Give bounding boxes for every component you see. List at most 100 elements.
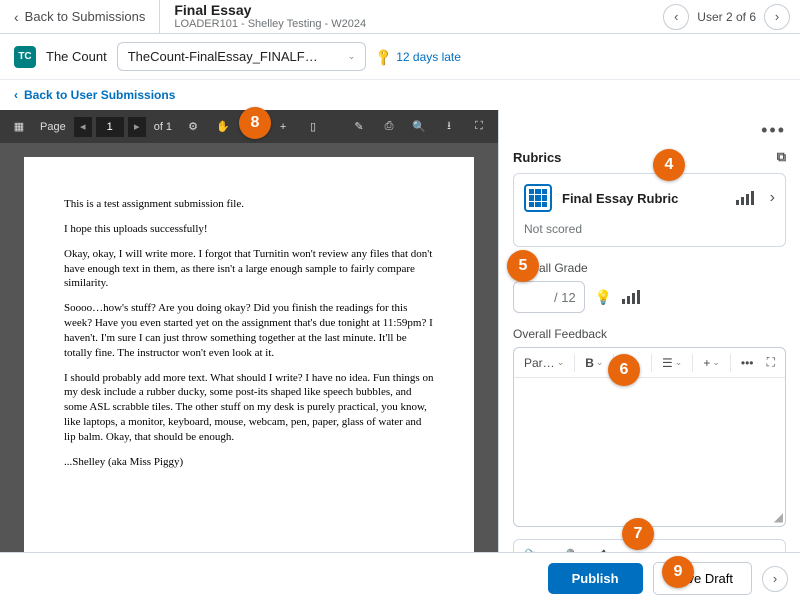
hand-icon: ✋ bbox=[216, 120, 230, 133]
bold-icon: B bbox=[585, 356, 594, 370]
page-number-input[interactable] bbox=[96, 117, 124, 137]
chevron-down-icon: ⌄ bbox=[557, 357, 565, 368]
zoom-in-button[interactable]: + bbox=[270, 114, 296, 140]
list-button[interactable]: ☰⌄ bbox=[658, 353, 686, 373]
user-counter: User 2 of 6 bbox=[697, 10, 756, 24]
rubric-card: Final Essay Rubric › Not scored bbox=[513, 173, 786, 247]
rubric-icon bbox=[524, 184, 552, 212]
rubric-status: Not scored bbox=[524, 222, 775, 236]
grade-max: / 12 bbox=[554, 290, 576, 305]
rubrics-heading: Rubrics bbox=[513, 150, 561, 165]
thumbnails-button[interactable]: ▦ bbox=[6, 114, 32, 140]
document-viewport[interactable]: This is a test assignment submission fil… bbox=[0, 143, 498, 576]
grid-icon: ▦ bbox=[14, 120, 24, 133]
feedback-textarea[interactable]: ◢ bbox=[514, 378, 785, 526]
paragraph-format-dropdown[interactable]: Par…⌄ bbox=[520, 353, 568, 373]
key-icon: 🔑 bbox=[374, 46, 394, 66]
chevron-down-icon: ⌄ bbox=[675, 357, 683, 368]
file-dropdown[interactable]: TheCount-FinalEssay_FINALF… ⌄ bbox=[117, 42, 367, 71]
gear-icon: ⚙ bbox=[188, 120, 198, 133]
next-user-button[interactable]: › bbox=[764, 4, 790, 30]
more-tools-button[interactable]: ••• bbox=[737, 353, 758, 373]
plus-icon: + bbox=[703, 356, 710, 370]
callout-9: 9 bbox=[662, 556, 694, 588]
print-icon: ⎙ bbox=[385, 120, 394, 133]
chevron-left-icon: ‹ bbox=[14, 9, 19, 25]
document-page: This is a test assignment submission fil… bbox=[24, 157, 474, 557]
fullscreen-button[interactable]: ⛶ bbox=[466, 114, 492, 140]
callout-7: 7 bbox=[622, 518, 654, 550]
chevron-left-icon: ‹ bbox=[674, 9, 678, 24]
doc-paragraph: Soooo…how's stuff? Are you doing okay? D… bbox=[64, 301, 434, 360]
avatar: TC bbox=[14, 46, 36, 68]
pen-icon: ✎ bbox=[354, 120, 363, 133]
doc-paragraph: This is a test assignment submission fil… bbox=[64, 197, 434, 212]
page-label: Page bbox=[40, 121, 66, 133]
feedback-editor: Par…⌄ B⌄ ≡⌄ ☰⌄ +⌄ ••• ⛶ ◢ bbox=[513, 347, 786, 527]
print-button[interactable]: ⎙ bbox=[376, 114, 402, 140]
back-user-label: Back to User Submissions bbox=[24, 88, 175, 102]
late-text: 12 days late bbox=[396, 50, 461, 64]
back-to-submissions-link[interactable]: ‹ Back to Submissions bbox=[14, 9, 145, 25]
fit-page-button[interactable]: ▯ bbox=[300, 114, 326, 140]
doc-paragraph: I hope this uploads successfully! bbox=[64, 222, 434, 237]
hint-icon[interactable]: 💡 bbox=[595, 289, 612, 306]
chevron-right-icon: › bbox=[775, 9, 779, 24]
doc-paragraph: I should probably add more text. What sh… bbox=[64, 371, 434, 445]
grade-stats-icon[interactable] bbox=[622, 290, 640, 304]
settings-button[interactable]: ⚙ bbox=[180, 114, 206, 140]
grade-input[interactable] bbox=[522, 290, 550, 305]
grade-input-wrapper: / 12 bbox=[513, 281, 585, 313]
caret-right-icon: ▸ bbox=[134, 120, 140, 133]
dots-icon: ••• bbox=[741, 356, 754, 370]
fullscreen-icon: ⛶ bbox=[475, 120, 483, 133]
callout-5: 5 bbox=[507, 250, 539, 282]
callout-8: 8 bbox=[239, 107, 271, 139]
annotate-button[interactable]: ✎ bbox=[346, 114, 372, 140]
file-name-label: TheCount-FinalEssay_FINALF… bbox=[128, 49, 318, 64]
download-button[interactable]: ⭳ bbox=[436, 114, 462, 140]
list-icon: ☰ bbox=[662, 356, 673, 370]
insert-button[interactable]: +⌄ bbox=[699, 353, 724, 373]
overall-grade-heading: Overall Grade bbox=[513, 261, 786, 275]
pan-button[interactable]: ✋ bbox=[210, 114, 236, 140]
callout-6: 6 bbox=[608, 354, 640, 386]
prev-user-button[interactable]: ‹ bbox=[663, 4, 689, 30]
editor-fullscreen-button[interactable]: ⛶ bbox=[763, 352, 779, 373]
chevron-down-icon: ⌄ bbox=[348, 51, 356, 62]
search-button[interactable]: 🔍 bbox=[406, 114, 432, 140]
more-actions-button[interactable]: ••• bbox=[513, 118, 786, 143]
doc-paragraph: ...Shelley (aka Miss Piggy) bbox=[64, 455, 434, 470]
page-total: of 1 bbox=[154, 121, 172, 133]
late-badge: 🔑 12 days late bbox=[376, 50, 461, 64]
assignment-title: Final Essay bbox=[174, 2, 366, 19]
download-icon: ⭳ bbox=[447, 117, 451, 136]
student-name: The Count bbox=[46, 49, 107, 64]
caret-left-icon: ◂ bbox=[80, 120, 86, 133]
popout-icon[interactable]: ⧉ bbox=[777, 149, 786, 165]
page-icon: ▯ bbox=[310, 120, 316, 133]
divider bbox=[159, 0, 160, 34]
course-subtitle: LOADER101 - Shelley Testing - W2024 bbox=[174, 18, 366, 31]
overall-feedback-heading: Overall Feedback bbox=[513, 327, 786, 341]
chevron-down-icon: ⌄ bbox=[712, 357, 720, 368]
publish-button[interactable]: Publish bbox=[548, 563, 643, 594]
callout-4: 4 bbox=[653, 149, 685, 181]
chevron-right-icon: › bbox=[773, 571, 777, 586]
stats-icon[interactable] bbox=[736, 191, 754, 205]
fullscreen-icon: ⛶ bbox=[767, 355, 775, 370]
footer-next-button[interactable]: › bbox=[762, 566, 788, 592]
resize-handle-icon[interactable]: ◢ bbox=[774, 510, 783, 524]
chevron-left-icon: ‹ bbox=[14, 88, 18, 102]
doc-paragraph: Okay, okay, I will write more. I forgot … bbox=[64, 247, 434, 292]
prev-page-button[interactable]: ◂ bbox=[74, 117, 92, 137]
rubric-name: Final Essay Rubric bbox=[562, 191, 726, 206]
zoom-in-icon: + bbox=[280, 121, 286, 133]
chevron-down-icon: ⌄ bbox=[596, 357, 604, 368]
search-icon: 🔍 bbox=[412, 120, 426, 133]
back-to-submissions-label: Back to Submissions bbox=[25, 9, 146, 24]
back-to-user-submissions-link[interactable]: ‹ Back to User Submissions bbox=[0, 80, 800, 110]
next-page-button[interactable]: ▸ bbox=[128, 117, 146, 137]
expand-rubric-button[interactable]: › bbox=[770, 189, 775, 207]
bold-button[interactable]: B⌄ bbox=[581, 353, 607, 373]
